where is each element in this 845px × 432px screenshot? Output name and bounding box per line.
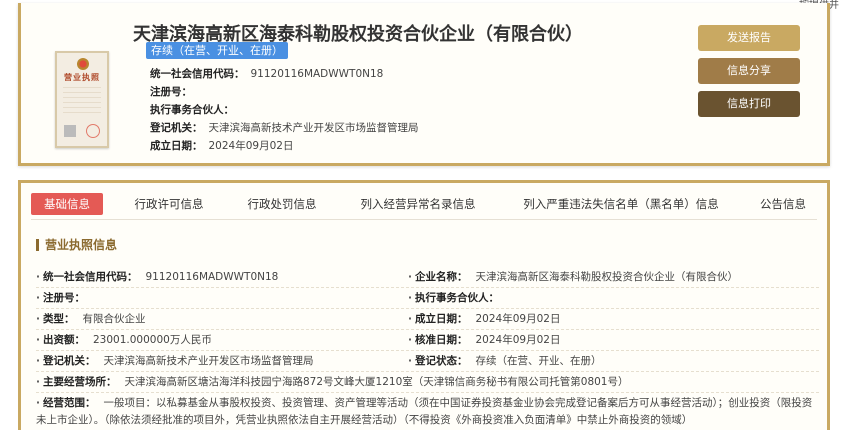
status-badge: 存续（在营、开业、在册） bbox=[146, 42, 288, 59]
seal-stamp-icon bbox=[86, 124, 100, 138]
tab-admin-license[interactable]: 行政许可信息 bbox=[121, 193, 217, 215]
business-scope-row: · 经营范围： 一般项目：以私募基金从事股权投资、投资管理、资产管理等活动（须在中国… bbox=[36, 397, 813, 426]
license-image-title: 营业执照 bbox=[64, 73, 100, 82]
business-license-image: 营业执照 bbox=[55, 51, 109, 148]
info-row: · 出资额： 23001.000000万人民币 · 核准日期： 2024年09月02日 bbox=[36, 329, 819, 351]
tab-blacklist[interactable]: 列入严重违法失信名单（黑名单）信息 bbox=[515, 193, 727, 215]
qr-code-icon bbox=[64, 125, 76, 137]
summary-reg-number: 注册号： bbox=[150, 86, 192, 98]
summary-authority: 登记机关： 天津滨海高新技术产业开发区市场监督管理局 bbox=[150, 122, 419, 134]
tab-announcements[interactable]: 公告信息 bbox=[751, 193, 815, 215]
summary-credit-code: 统一社会信用代码： 91120116MADWWT0N18 bbox=[150, 68, 384, 80]
tab-basic-info[interactable]: 基础信息 bbox=[31, 193, 103, 215]
summary-partner: 执行事务合伙人： bbox=[150, 104, 234, 116]
detail-panel: 基础信息 行政许可信息 行政处罚信息 列入经营异常名录信息 列入严重违法失信名单… bbox=[18, 180, 830, 430]
info-row: · 注册号： · 执行事务合伙人： bbox=[36, 287, 819, 309]
info-row: · 统一社会信用代码： 91120116MADWWT0N18 · 企业名称： 天津滨海高… bbox=[36, 266, 819, 288]
info-row: · 登记机关： 天津滨海高新技术产业开发区市场监督管理局 · 登记状态： 存续（在营、开… bbox=[36, 350, 819, 372]
tab-abnormal-list[interactable]: 列入经营异常名录信息 bbox=[355, 193, 481, 215]
tab-bar: 基础信息 行政许可信息 行政处罚信息 列入经营异常名录信息 列入严重违法失信名单… bbox=[31, 193, 817, 217]
summary-established: 成立日期： 2024年09月02日 bbox=[150, 140, 294, 152]
national-emblem-icon bbox=[77, 58, 89, 70]
section-title: 营业执照信息 bbox=[36, 239, 117, 251]
info-row: · 类型： 有限合伙企业 · 成立日期： 2024年09月02日 bbox=[36, 308, 819, 330]
tab-admin-penalty[interactable]: 行政处罚信息 bbox=[234, 193, 330, 215]
address-row: · 主要经营场所： 天津滨海高新区塘沽海洋科技园宁海路872号文峰大厦1210室（天… bbox=[36, 371, 819, 393]
share-button[interactable]: 信息分享 bbox=[698, 58, 800, 84]
send-report-button[interactable]: 发送报告 bbox=[698, 25, 800, 51]
print-button[interactable]: 信息打印 bbox=[698, 91, 800, 117]
